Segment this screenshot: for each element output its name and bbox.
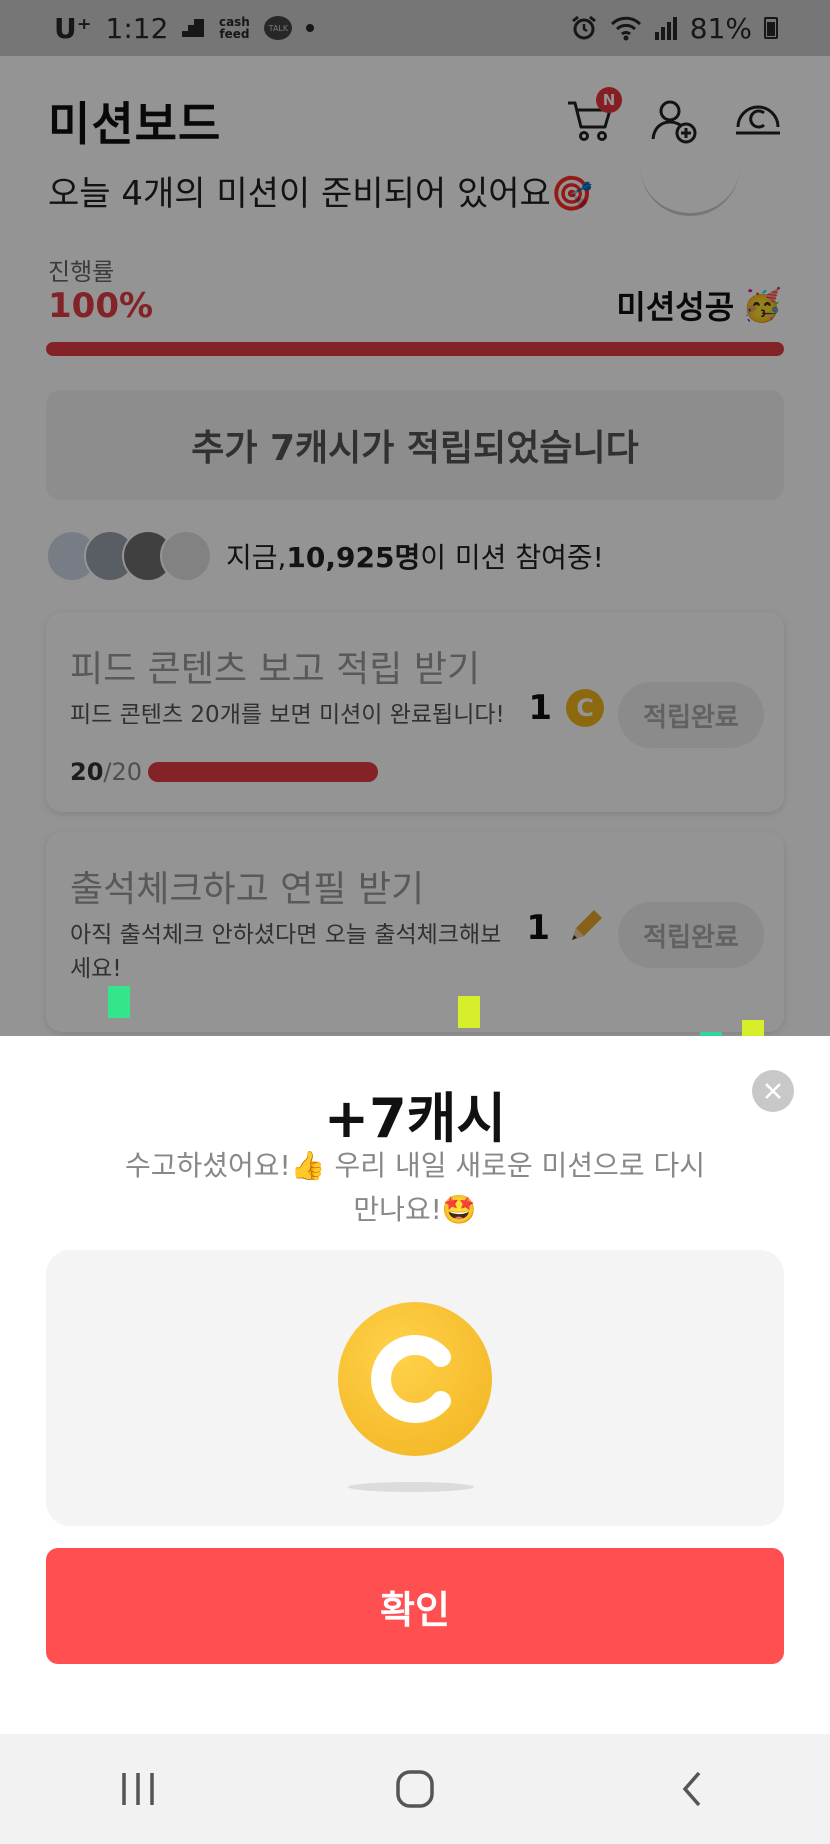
home-button[interactable] [375,1759,455,1819]
reward-message-line1: 수고하셨어요!👍 우리 내일 새로운 미션으로 다시 [124,1149,706,1182]
recent-apps-button[interactable] [98,1759,178,1819]
recent-apps-icon [122,1773,155,1805]
close-button[interactable] [752,1070,794,1112]
confetti-piece [458,996,480,1028]
status-bar-dim [0,0,830,56]
modal-backdrop[interactable] [0,0,830,1036]
system-nav-bar [0,1734,830,1844]
screen: U⁺ 1:12 cash feed TALK 81% 미션보드 N 오늘 4개의… [0,0,830,1844]
reward-message: 수고하셨어요!👍 우리 내일 새로운 미션으로 다시 만나요!🤩 [90,1144,740,1232]
back-icon [682,1771,700,1807]
coin-shadow [348,1482,474,1492]
reward-message-line2: 만나요!🤩 [353,1193,477,1226]
reward-bottom-sheet: +7캐시 수고하셨어요!👍 우리 내일 새로운 미션으로 다시 만나요!🤩 확인 [0,1036,830,1734]
big-coin-icon [338,1302,492,1456]
back-button[interactable] [652,1759,732,1819]
coin-panel [46,1250,784,1526]
home-icon [396,1770,434,1808]
confetti-piece [108,986,130,1018]
close-icon [765,1083,781,1099]
reward-title: +7캐시 [323,1087,507,1150]
confirm-button[interactable]: 확인 [46,1548,784,1664]
